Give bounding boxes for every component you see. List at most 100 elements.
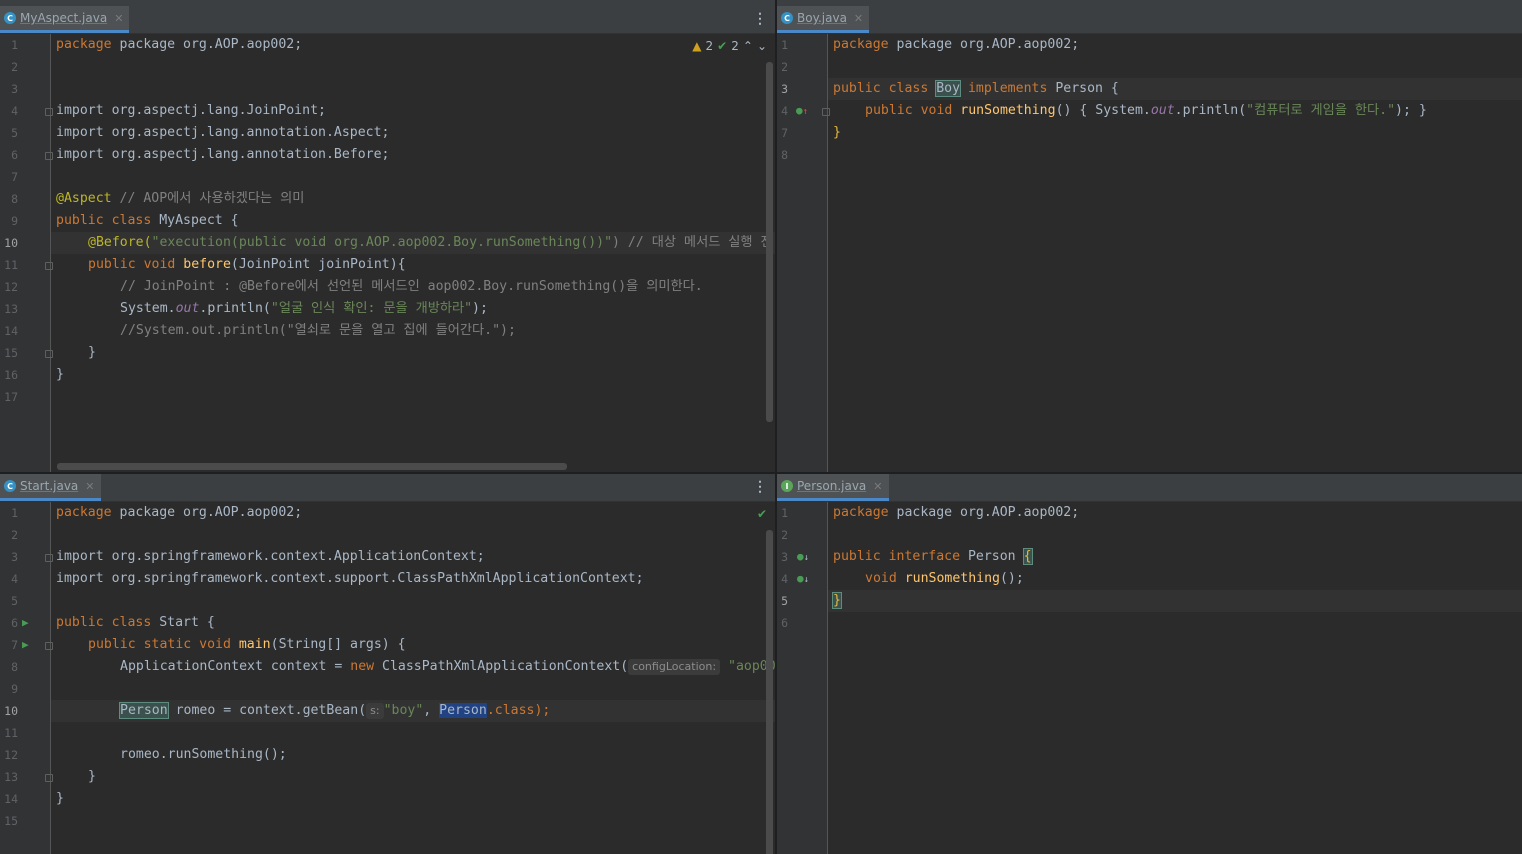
code-line: public interface Person { <box>833 548 1033 565</box>
code-editor[interactable]: package package org.AOP.aop002; import o… <box>51 34 775 472</box>
tab-myaspect[interactable]: C MyAspect.java ✕ <box>0 6 130 33</box>
vertical-scrollbar[interactable] <box>766 530 773 854</box>
run-icon[interactable]: ▶ <box>22 612 29 634</box>
tab-label: Boy.java <box>797 11 847 25</box>
typo-check-icon[interactable]: ✔ <box>717 39 727 53</box>
line-number: 2 <box>11 60 18 74</box>
implemented-by-icon[interactable]: ●↓ <box>797 546 809 568</box>
line-number: 14 <box>4 792 18 806</box>
line-number: 4 <box>781 104 788 118</box>
implemented-by-icon[interactable]: ●↓ <box>797 568 809 590</box>
code-line: } <box>832 592 842 609</box>
line-number: 14 <box>4 324 18 338</box>
code-line: void runSomething(); <box>865 571 1024 586</box>
no-problems-check-icon[interactable]: ✔ <box>757 507 767 521</box>
line-number: 6 <box>781 616 788 630</box>
line-number: 7 <box>11 638 18 652</box>
vertical-scrollbar[interactable] <box>766 62 773 422</box>
close-icon[interactable]: ✕ <box>114 12 123 25</box>
code-line: } <box>88 345 96 360</box>
tab-label: Start.java <box>20 479 79 493</box>
line-number: 10 <box>4 236 18 250</box>
line-number: 5 <box>11 594 18 608</box>
code-line: import org.aspectj.lang.annotation.Aspec… <box>56 125 390 140</box>
tab-boy[interactable]: C Boy.java ✕ <box>777 6 870 33</box>
horizontal-splitter[interactable] <box>0 472 1522 474</box>
line-number: 11 <box>4 726 18 740</box>
inspection-widget[interactable]: ▲ 2 ✔ 2 ⌃ ⌄ <box>692 39 767 53</box>
line-number: 2 <box>781 528 788 542</box>
editor-pane-boy[interactable]: C Boy.java ✕ 1 2 3 4 7 8 ●↑ package pack… <box>777 6 1522 472</box>
line-number: 12 <box>4 280 18 294</box>
line-number: 3 <box>781 550 788 564</box>
code-line: public void before(JoinPoint joinPoint){ <box>88 257 406 272</box>
gutter[interactable]: 1 2 3 4 5 6 7 8 9 10 11 12 13 14 15 ▶ ▶ <box>0 502 53 854</box>
line-number: 13 <box>4 302 18 316</box>
line-number: 5 <box>781 594 788 608</box>
code-line: @Before("execution(public void org.AOP.a… <box>88 235 773 250</box>
parameter-hint: configLocation: <box>628 659 721 675</box>
line-number: 6 <box>11 616 18 630</box>
code-editor[interactable]: package package org.AOP.aop002; public i… <box>828 502 1522 854</box>
warning-icon[interactable]: ▲ <box>692 39 701 53</box>
line-number: 15 <box>4 814 18 828</box>
parameter-hint: s: <box>366 703 384 719</box>
close-icon[interactable]: ✕ <box>873 480 882 493</box>
code-line: package package org.AOP.aop002; <box>833 505 1080 520</box>
editor-pane-myaspect[interactable]: C MyAspect.java ✕ ⋮ 1 2 3 4 5 6 7 8 9 10… <box>0 6 775 472</box>
more-options-icon[interactable]: ⋮ <box>753 479 767 495</box>
code-line: public class Boy implements Person { <box>833 80 1119 97</box>
previous-highlight-icon[interactable]: ⌃ <box>743 39 753 53</box>
code-line: } <box>88 769 96 784</box>
inspection-widget[interactable]: ✔ <box>757 507 767 521</box>
line-number: 9 <box>11 682 18 696</box>
code-editor[interactable]: package package org.AOP.aop002; public c… <box>828 34 1522 472</box>
code-editor[interactable]: package package org.AOP.aop002; import o… <box>51 502 775 854</box>
class-icon: C <box>4 12 16 24</box>
line-number: 9 <box>11 214 18 228</box>
line-number: 12 <box>4 748 18 762</box>
line-number: 16 <box>4 368 18 382</box>
more-options-icon[interactable]: ⋮ <box>753 11 767 27</box>
run-icon[interactable]: ▶ <box>22 634 29 656</box>
line-number: 13 <box>4 770 18 784</box>
class-icon: C <box>4 480 16 492</box>
tab-start[interactable]: C Start.java ✕ <box>0 474 101 501</box>
code-line: import org.aspectj.lang.JoinPoint; <box>56 103 326 118</box>
code-line: } <box>56 367 64 382</box>
line-number: 2 <box>11 528 18 542</box>
code-line: public class Start { <box>56 615 215 630</box>
code-line: Person romeo = context.getBean(s: "boy", … <box>119 702 551 719</box>
line-number: 7 <box>781 126 788 140</box>
code-line: package package org.AOP.aop002; <box>56 37 303 52</box>
gutter[interactable]: 1 2 3 4 7 8 ●↑ <box>777 34 830 472</box>
gutter[interactable]: 1 2 3 4 5 6 ●↓ ●↓ <box>777 502 828 854</box>
vertical-splitter[interactable] <box>775 0 777 854</box>
line-number: 8 <box>11 192 18 206</box>
line-number: 8 <box>11 660 18 674</box>
code-line: System.out.println("얼굴 인식 확인: 문을 개방하라"); <box>120 301 488 316</box>
editor-pane-person[interactable]: I Person.java ✕ 1 2 3 4 5 6 ●↓ ●↓ packag… <box>777 474 1522 854</box>
implements-method-icon[interactable]: ●↑ <box>796 100 808 122</box>
tab-bar: C MyAspect.java ✕ ⋮ <box>0 6 775 34</box>
code-line: import org.springframework.context.suppo… <box>56 571 644 586</box>
code-line: //System.out.println("열쇠로 문을 열고 집에 들어간다.… <box>120 323 516 338</box>
selected-text[interactable]: Person <box>439 703 487 718</box>
line-number: 1 <box>11 38 18 52</box>
close-icon[interactable]: ✕ <box>854 12 863 25</box>
code-line: // JoinPoint : @Before에서 선언된 메서드인 aop002… <box>120 279 703 294</box>
editor-pane-start[interactable]: C Start.java ✕ ⋮ 1 2 3 4 5 6 7 8 9 10 11… <box>0 474 775 854</box>
code-line: @Aspect // AOP에서 사용하겠다는 의미 <box>56 191 305 206</box>
tab-person[interactable]: I Person.java ✕ <box>777 474 889 501</box>
close-icon[interactable]: ✕ <box>85 480 94 493</box>
code-line: public void runSomething() { System.out.… <box>865 103 1427 118</box>
tab-bar: I Person.java ✕ <box>777 474 1522 502</box>
line-number: 5 <box>11 126 18 140</box>
line-number: 8 <box>781 148 788 162</box>
horizontal-scrollbar[interactable] <box>57 463 567 470</box>
next-highlight-icon[interactable]: ⌄ <box>757 39 767 53</box>
tab-label: MyAspect.java <box>20 11 108 25</box>
gutter[interactable]: 1 2 3 4 5 6 7 8 9 10 11 12 13 14 15 16 1… <box>0 34 53 472</box>
line-number: 4 <box>11 104 18 118</box>
class-icon: C <box>781 12 793 24</box>
